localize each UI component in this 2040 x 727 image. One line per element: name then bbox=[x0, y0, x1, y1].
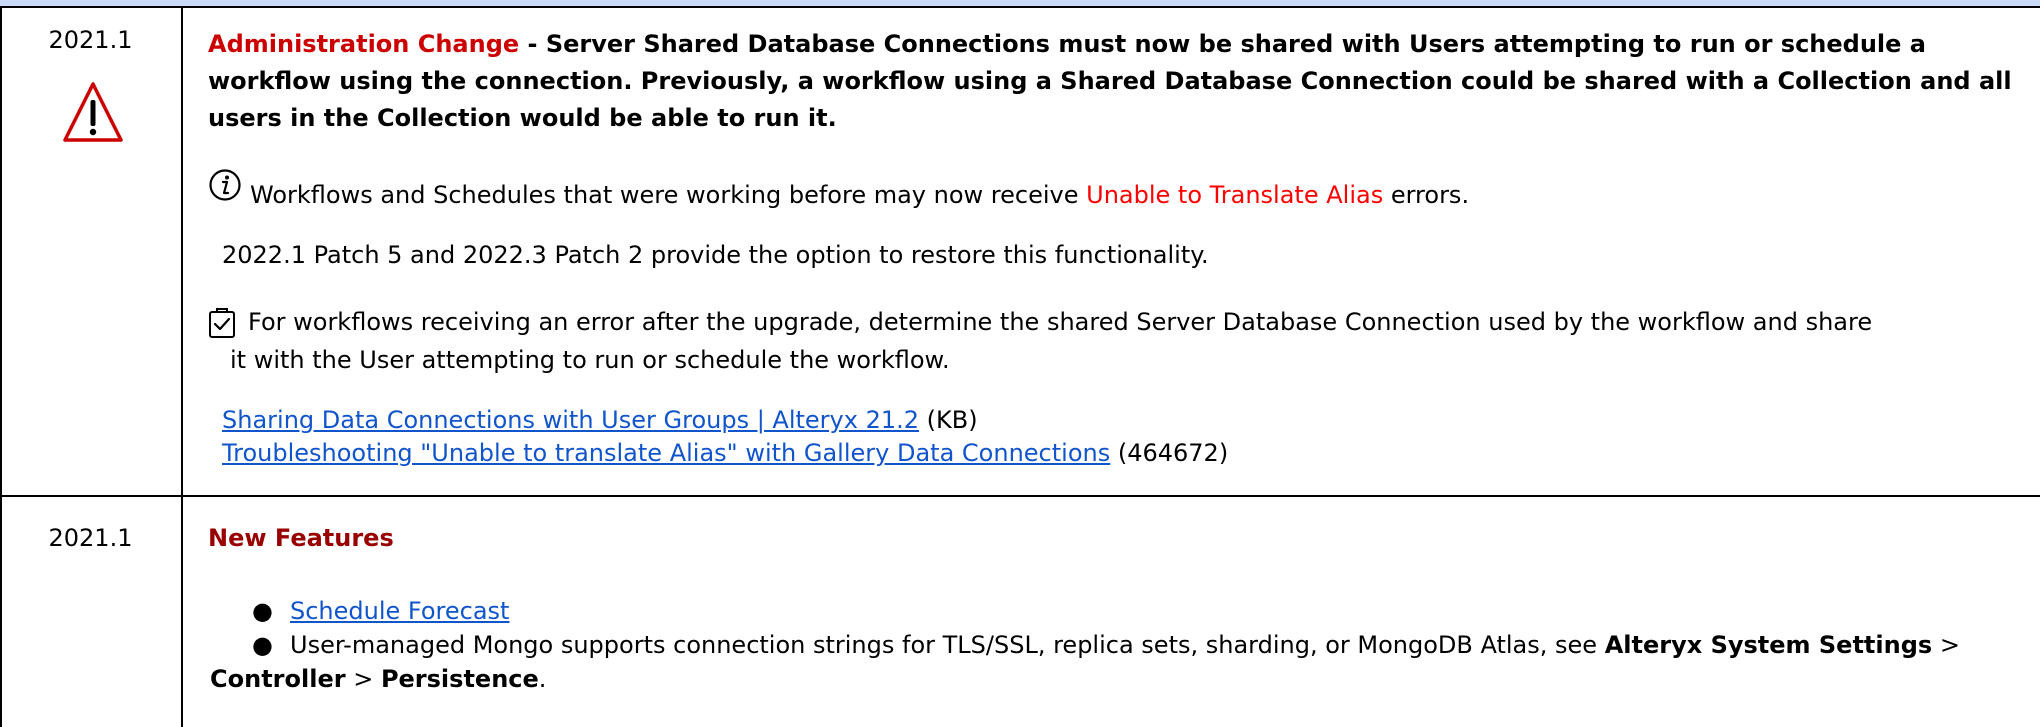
sentence-end: . bbox=[538, 665, 547, 693]
kb-link-suffix: (KB) bbox=[919, 406, 978, 434]
list-item: ● Schedule Forecast bbox=[252, 594, 2032, 628]
info-note: Workflows and Schedules that were workin… bbox=[208, 168, 2034, 209]
setting-persistence: Persistence bbox=[380, 665, 539, 693]
bullet-icon: ● bbox=[252, 631, 273, 659]
patch-note-text: 2022.1 Patch 5 and 2022.3 Patch 2 provid… bbox=[222, 241, 1209, 269]
clipboard-check-icon bbox=[209, 308, 235, 338]
action-line-2: it with the User attempting to run or sc… bbox=[230, 346, 950, 374]
alias-error-text: Unable to Translate Alias bbox=[1086, 181, 1384, 209]
path-separator: > bbox=[1932, 631, 1960, 659]
version-cell: 2021.1 bbox=[48, 524, 133, 552]
list-item: ● User-managed Mongo supports connection… bbox=[252, 628, 2032, 662]
table-border-left bbox=[0, 8, 2, 727]
schedule-forecast-link[interactable]: Schedule Forecast bbox=[290, 597, 509, 625]
admin-change-label: Administration Change bbox=[208, 30, 520, 58]
reference-link-row: Sharing Data Connections with User Group… bbox=[222, 403, 2034, 437]
setting-alteryx-system-settings: Alteryx System Settings bbox=[1604, 631, 1933, 659]
kb-link-troubleshooting-alias[interactable]: Troubleshooting "Unable to translate Ali… bbox=[222, 439, 1110, 467]
list-item-continuation: Controller > Persistence. bbox=[210, 662, 2032, 696]
version-cell: 2021.1 bbox=[48, 26, 133, 54]
mongo-feature-text: User-managed Mongo supports connection s… bbox=[290, 631, 1605, 659]
path-separator: > bbox=[345, 665, 381, 693]
action-line-1: For workflows receiving an error after t… bbox=[248, 308, 1873, 336]
reference-link-row: Troubleshooting "Unable to translate Ali… bbox=[222, 436, 2034, 470]
warning-triangle-icon bbox=[63, 82, 123, 142]
new-features-heading: New Features bbox=[208, 524, 2034, 552]
kb-link-suffix: (464672) bbox=[1110, 439, 1229, 467]
info-circle-icon bbox=[209, 169, 241, 201]
table-header-band bbox=[0, 0, 2040, 8]
bullet-icon: ● bbox=[252, 597, 273, 625]
new-features-label: New Features bbox=[208, 524, 394, 552]
column-divider bbox=[181, 8, 183, 727]
kb-link-sharing-data-connections[interactable]: Sharing Data Connections with User Group… bbox=[222, 406, 919, 434]
setting-controller: Controller bbox=[210, 665, 346, 693]
info-text-end: errors. bbox=[1383, 181, 1470, 209]
info-text: Workflows and Schedules that were workin… bbox=[250, 181, 1087, 209]
admin-change-description: Administration Change - Server Shared Da… bbox=[208, 26, 2034, 137]
feature-list: ● Schedule Forecast ● User-managed Mongo… bbox=[210, 594, 2032, 696]
